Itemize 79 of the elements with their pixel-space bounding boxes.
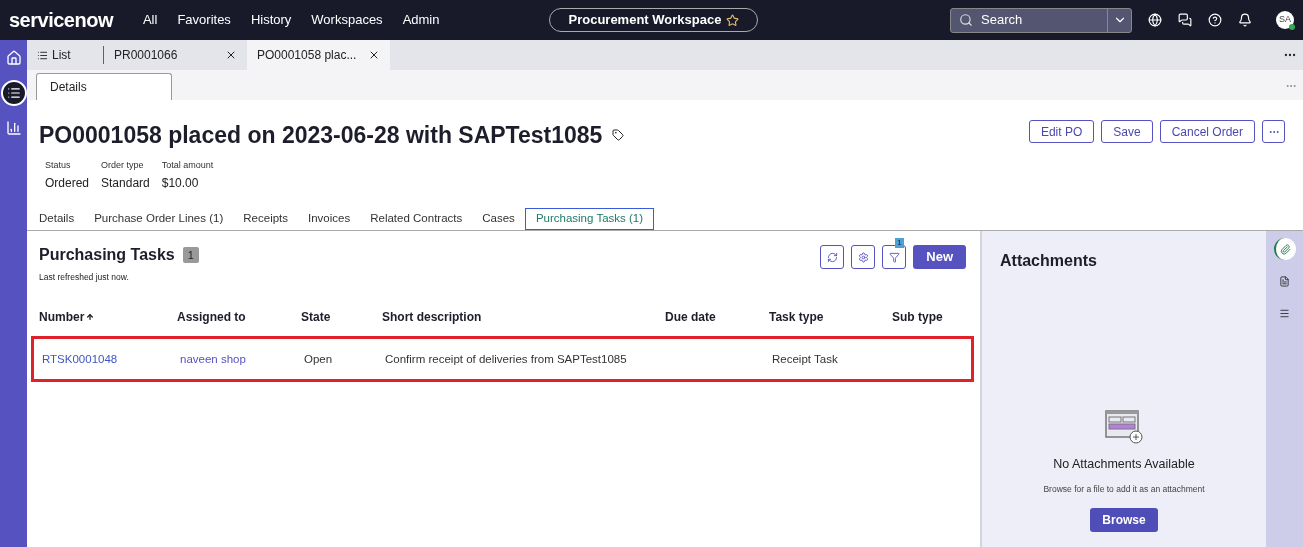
column-header[interactable]: State [301,307,331,326]
record-tab[interactable]: Invoices [298,208,361,230]
search-icon [959,13,973,27]
field-label: Total amount [161,158,214,172]
column-header[interactable]: Task type [769,307,824,326]
record-tab[interactable]: Purchase Order Lines (1) [84,208,234,230]
action-button[interactable]: Edit PO [1028,120,1095,143]
tag-icon[interactable] [612,129,625,142]
filter-count-badge: 1 [895,238,904,248]
nav-menu-item[interactable]: Favorites [177,10,231,30]
menu-icon [1279,307,1290,319]
field-value: Standard [101,175,150,192]
field-label: Order type [101,158,145,172]
document-icon [1279,275,1290,287]
list-icon [37,49,48,61]
table-cell-text: Receipt Task [772,351,839,366]
column-header[interactable]: Assigned to [177,307,246,326]
new-button[interactable]: New [913,245,966,269]
refresh-status: Last refreshed just now. [39,271,130,284]
field-label: Status [45,158,72,172]
action-button[interactable]: Cancel Order [1159,120,1255,143]
field-value: $10.00 [161,175,200,192]
chart-icon[interactable] [5,120,22,136]
record-tab[interactable]: Details [29,208,85,230]
column-header[interactable]: Due date [665,307,716,326]
nav-menu-item[interactable]: Admin [402,10,440,30]
notification-icon[interactable] [1238,13,1252,27]
record-tab[interactable]: Related Contracts [360,208,473,230]
field-value: Ordered [45,175,90,192]
sort-icon[interactable] [86,312,95,321]
star-icon[interactable] [726,13,740,27]
table-link[interactable]: naveen shop [180,351,304,366]
record-tab[interactable]: Cases [472,208,525,230]
globe-icon[interactable] [1148,13,1162,27]
workspace-tab[interactable]: PO0001058 plac... [247,40,390,70]
table-cell-text: Open [304,351,334,366]
nav-menu-item[interactable]: Workspaces [311,10,383,30]
action-button[interactable]: Save [1101,120,1153,143]
logo[interactable]: servicenow [9,5,113,35]
chat-icon[interactable] [1178,13,1192,27]
record-title: PO0001058 placed on 2023-06-28 with SAPTest1085 [39,121,603,150]
list-title: Purchasing Tasks [39,245,175,265]
count-badge: 1 [182,246,199,264]
task-row[interactable]: RTSK0001048 naveen shop Open Confirm receipt of deliveries from SAPTest1085 Receipt Task [31,335,974,382]
list-nav-button[interactable] [0,80,27,106]
search-field[interactable]: Search [950,7,1132,33]
record-tab[interactable]: Purchasing Tasks (1) [524,208,655,230]
workspace-tab[interactable]: PR0001066 [104,40,247,70]
avatar[interactable]: SA [1276,11,1294,29]
list-icon [6,86,21,100]
table-link[interactable]: RTSK0001048 [42,351,180,366]
refresh-button[interactable] [820,245,845,269]
column-header[interactable]: Number [39,307,85,326]
table-cell-text: Confirm receipt of deliveries from SAPTest1085 [385,351,628,366]
sub-tab[interactable]: Details [36,73,172,100]
record-tab[interactable]: Receipts [233,208,299,230]
help-icon[interactable] [1208,13,1222,27]
home-icon[interactable] [5,50,22,66]
attachment-icon [1104,409,1144,445]
online-status-icon [1289,24,1295,30]
empty-state-text: Browse for a file to add it as an attachment [1043,482,1205,496]
close-icon[interactable] [368,49,380,61]
column-header[interactable]: Short description [382,307,482,326]
more-button[interactable] [1262,120,1285,143]
gear-icon [857,251,869,263]
browse-button[interactable]: Browse [1090,507,1158,532]
settings-button[interactable] [851,245,876,269]
search-input[interactable]: Search [981,10,1101,30]
empty-state-title: No Attachments Available [1053,456,1195,473]
close-icon[interactable] [225,49,237,61]
panel-title: Attachments [1000,251,1098,271]
nav-menu-item[interactable]: History [250,10,292,30]
workspace-tab[interactable]: List [27,40,103,70]
column-header[interactable]: Sub type [892,307,943,326]
side-rail-button[interactable] [1273,238,1296,260]
refresh-icon [826,251,838,263]
paperclip-icon [1280,243,1291,255]
nav-menu-item[interactable]: All [142,10,158,30]
filter-icon [888,251,900,263]
